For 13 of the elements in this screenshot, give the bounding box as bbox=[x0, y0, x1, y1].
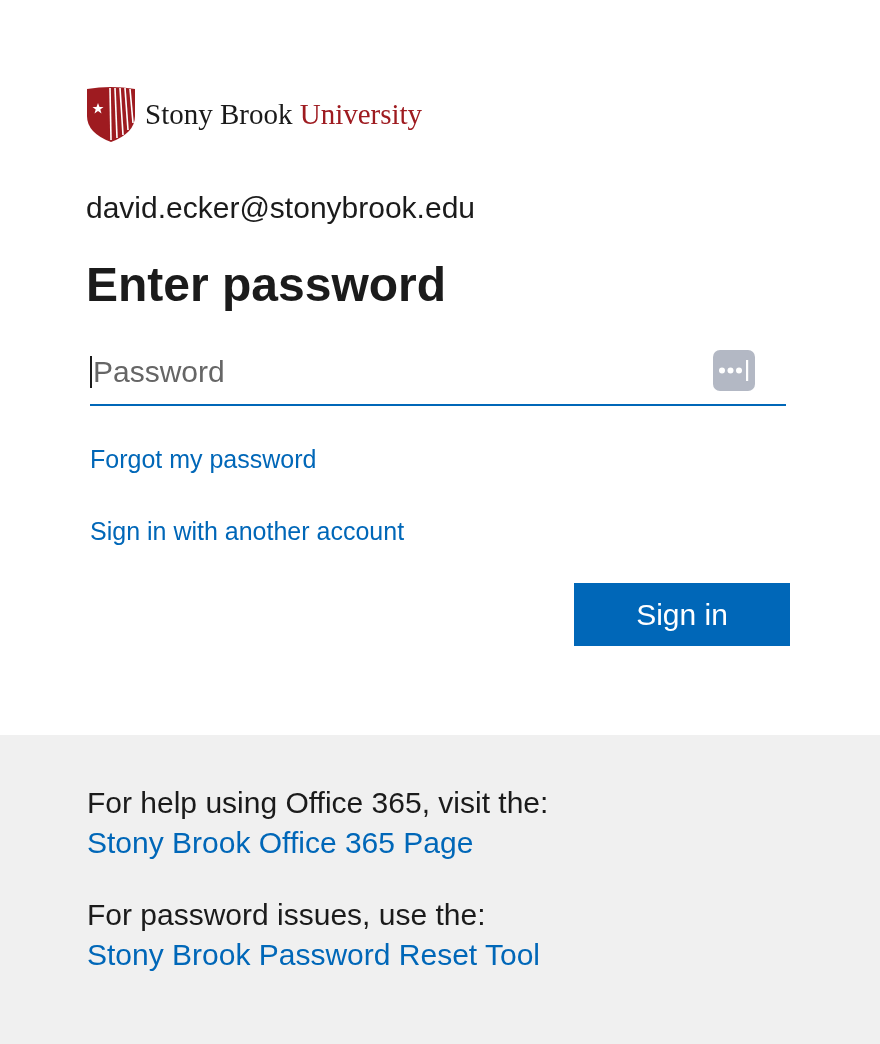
page-title: Enter password bbox=[86, 257, 447, 313]
account-email: david.ecker@stonybrook.edu bbox=[86, 190, 475, 226]
forgot-password-link[interactable]: Forgot my password bbox=[90, 444, 317, 474]
help-text: For help using Office 365, visit the: Stony Brook Office 365 Page bbox=[87, 785, 550, 861]
shield-logo-icon bbox=[86, 86, 136, 142]
password-dots-icon[interactable] bbox=[713, 350, 755, 391]
sign-in-button[interactable]: Sign in bbox=[574, 583, 790, 646]
logo-wordmark: Stony Brook University bbox=[145, 97, 423, 131]
help-text: For password issues, use the: Stony Brook Password Reset Tool bbox=[87, 897, 541, 973]
other-account-link[interactable]: Sign in with another account bbox=[90, 516, 405, 546]
text-cursor bbox=[90, 356, 92, 388]
help-link[interactable]: Stony Brook Office 365 Page bbox=[87, 826, 474, 859]
help-link[interactable]: Stony Brook Password Reset Tool bbox=[87, 938, 540, 971]
